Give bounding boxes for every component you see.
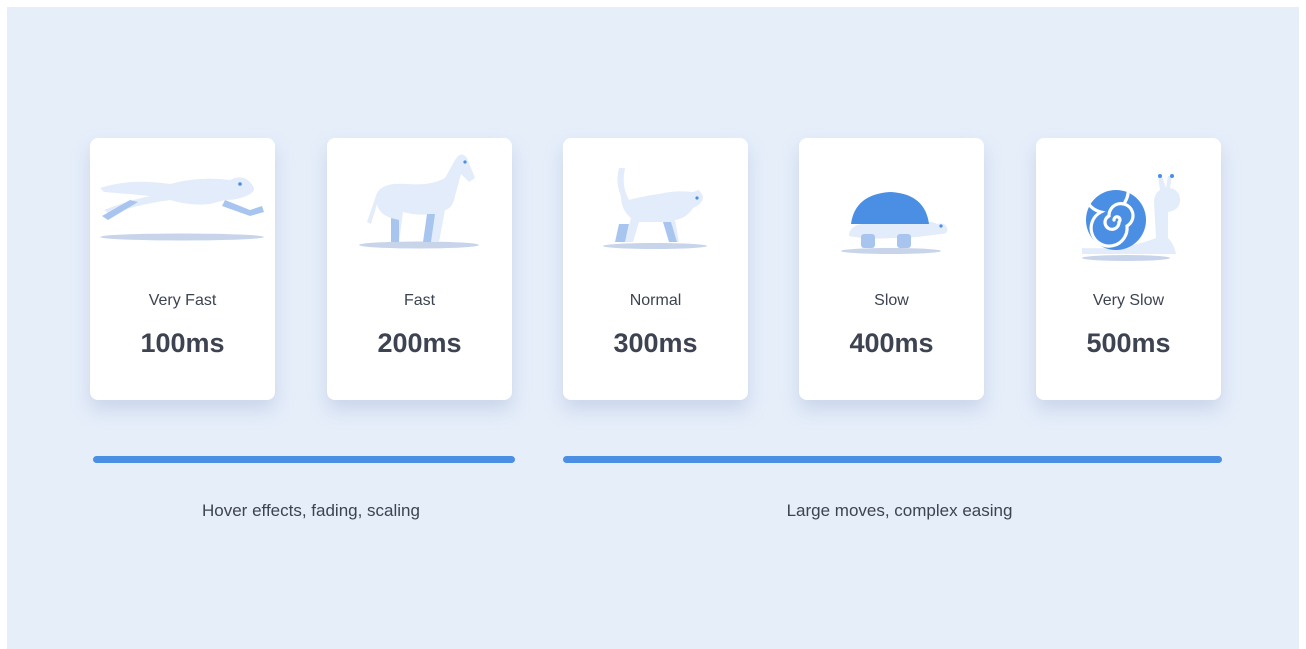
- speed-label: Very Slow: [1092, 292, 1165, 309]
- cat-icon: [603, 168, 707, 249]
- speed-value: 100ms: [140, 328, 225, 358]
- cheetah-icon: [100, 177, 264, 241]
- speed-card-very-fast: Very Fast 100ms: [90, 138, 275, 400]
- range-caption-short: Hover effects, fading, scaling: [202, 501, 420, 520]
- speed-label: Slow: [874, 292, 909, 309]
- range-caption-long: Large moves, complex easing: [786, 501, 1013, 520]
- turtle-icon: [841, 192, 948, 254]
- speed-value: 400ms: [849, 328, 934, 358]
- speed-value: 300ms: [613, 328, 698, 358]
- speed-card-normal: Normal 300ms: [563, 138, 748, 400]
- speed-card-very-slow: Very Slow 500ms: [1036, 138, 1221, 400]
- speed-card-slow: Slow 400ms: [799, 138, 984, 400]
- speed-diagram: Very Fast 100ms Fast 200ms Normal 300ms: [7, 7, 1299, 649]
- speed-value: 200ms: [377, 328, 462, 358]
- snail-icon: [1082, 167, 1180, 261]
- speed-label: Very Fast: [148, 292, 217, 309]
- speed-card-fast: Fast 200ms: [327, 138, 512, 400]
- range-bar-short: [93, 456, 515, 463]
- speed-value: 500ms: [1086, 328, 1171, 358]
- range-bar-long: [563, 456, 1222, 463]
- speed-label: Normal: [629, 292, 682, 309]
- speed-label: Fast: [403, 292, 436, 309]
- horse-icon: [359, 154, 479, 249]
